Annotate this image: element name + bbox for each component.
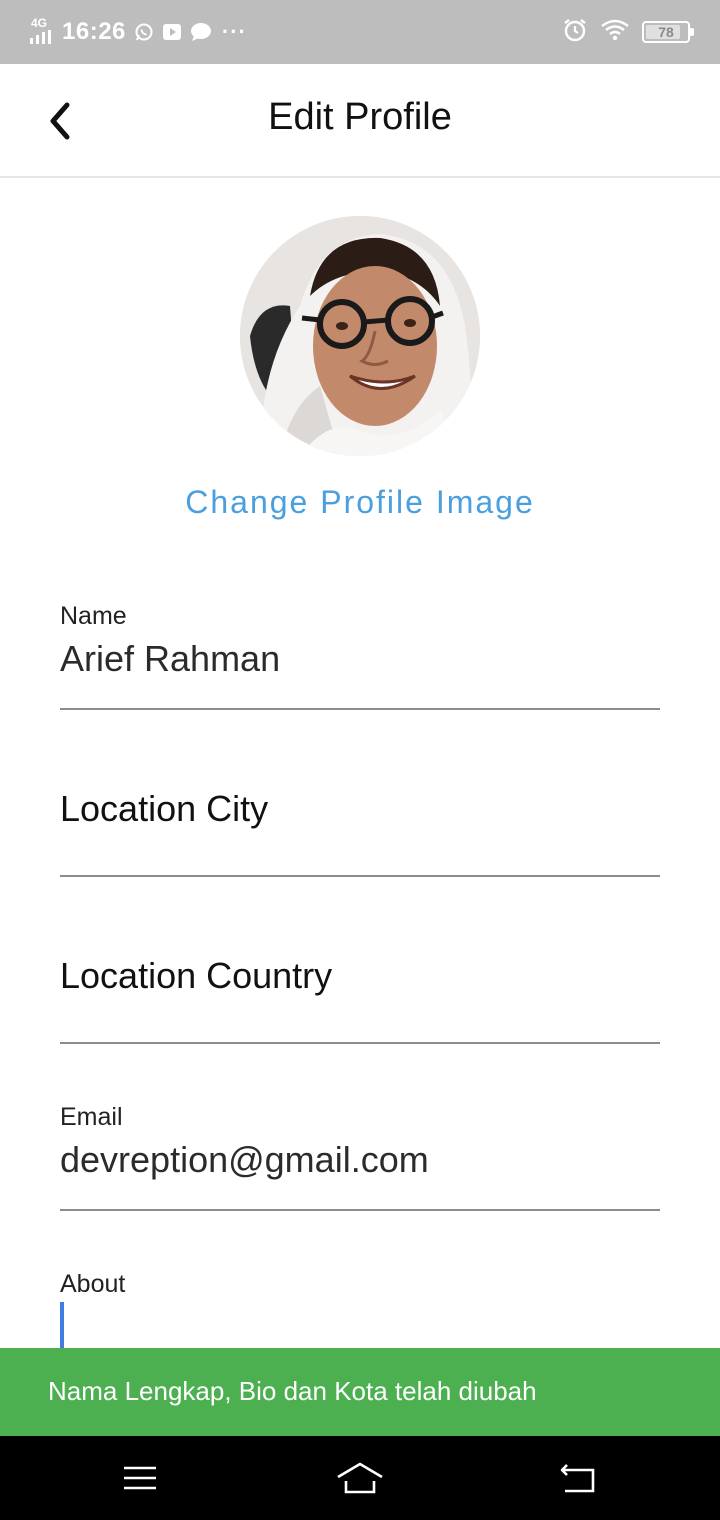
profile-avatar[interactable]: [240, 216, 480, 456]
text-cursor: [60, 1302, 64, 1348]
alarm-icon: [562, 17, 588, 48]
location-city-input[interactable]: Location City: [60, 788, 268, 830]
message-icon: [190, 22, 211, 42]
more-icon: ···: [221, 19, 247, 44]
name-field[interactable]: Name Arief Rahman: [60, 598, 660, 710]
system-nav-bar: [0, 1436, 720, 1520]
name-input[interactable]: Arief Rahman: [60, 638, 280, 680]
status-right: 78: [562, 0, 694, 64]
snackbar-message: Nama Lengkap, Bio dan Kota telah diubah: [48, 1376, 537, 1406]
youtube-icon: [162, 22, 182, 42]
home-button[interactable]: [330, 1454, 390, 1502]
system-back-button[interactable]: [548, 1454, 608, 1502]
location-country-input[interactable]: Location Country: [60, 955, 332, 997]
about-field[interactable]: About: [60, 1266, 660, 1348]
location-city-field[interactable]: Location City: [60, 766, 660, 877]
email-input[interactable]: devreption@gmail.com: [60, 1139, 429, 1181]
back-icon: [560, 1464, 595, 1493]
app-bar: Edit Profile: [0, 64, 720, 178]
battery-icon: 78: [642, 21, 694, 43]
location-country-field[interactable]: Location Country: [60, 933, 660, 1044]
menu-icon: [124, 1466, 156, 1490]
name-label: Name: [60, 602, 127, 630]
network-type: 4G: [31, 16, 48, 30]
change-profile-image-link[interactable]: Change Profile Image: [0, 484, 720, 521]
menu-button[interactable]: [110, 1454, 170, 1502]
snackbar: Nama Lengkap, Bio dan Kota telah diubah: [0, 1348, 720, 1436]
wifi-icon: [600, 18, 630, 47]
about-label: About: [60, 1270, 126, 1298]
clock: 16:26: [62, 18, 126, 45]
battery-level: 78: [658, 24, 674, 40]
status-bar: 4G 16:26 ··· 78: [0, 0, 720, 64]
email-label: Email: [60, 1103, 123, 1131]
status-left: 4G 16:26 ···: [30, 0, 247, 64]
signal-icon: 4G: [30, 17, 54, 47]
home-icon: [337, 1462, 383, 1494]
page-title: Edit Profile: [268, 96, 452, 138]
whatsapp-icon: [134, 22, 154, 42]
email-field[interactable]: Email devreption@gmail.com: [60, 1099, 660, 1211]
